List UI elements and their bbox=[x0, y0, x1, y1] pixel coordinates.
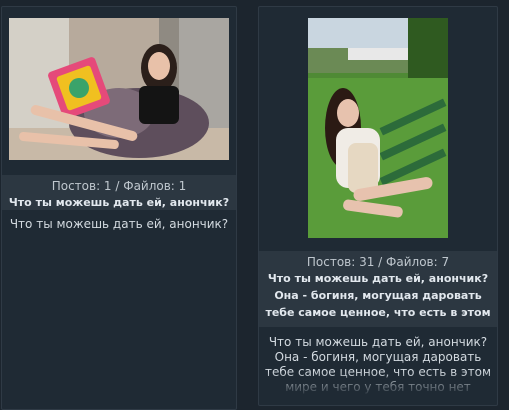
thumbnail-image bbox=[9, 18, 229, 160]
thread-body: Что ты можешь дать ей, анончик? bbox=[9, 217, 229, 231]
post-file-counts: Постов: 31 / Файлов: 7 bbox=[306, 255, 450, 269]
thread-card[interactable]: Постов: 1 / Файлов: 1 Что ты можешь дать… bbox=[1, 6, 237, 410]
thread-thumbnail[interactable] bbox=[9, 18, 229, 160]
thread-body: Что ты можешь дать ей, анончик? Она - бо… bbox=[259, 327, 497, 397]
thumbnail-image bbox=[308, 18, 448, 238]
thread-card[interactable]: Постов: 31 / Файлов: 7 Что ты можешь дат… bbox=[258, 6, 498, 406]
post-file-counts: Постов: 1 / Файлов: 1 bbox=[51, 179, 187, 193]
thread-subject[interactable]: Что ты можешь дать ей, анончик? bbox=[6, 194, 232, 211]
thread-thumbnail[interactable] bbox=[308, 18, 448, 238]
thread-meta: Постов: 31 / Файлов: 7 Что ты можешь дат… bbox=[259, 251, 497, 327]
thread-meta: Постов: 1 / Файлов: 1 Что ты можешь дать… bbox=[2, 175, 236, 210]
thread-subject[interactable]: Что ты можешь дать ей, анончик? Она - бо… bbox=[263, 270, 493, 321]
